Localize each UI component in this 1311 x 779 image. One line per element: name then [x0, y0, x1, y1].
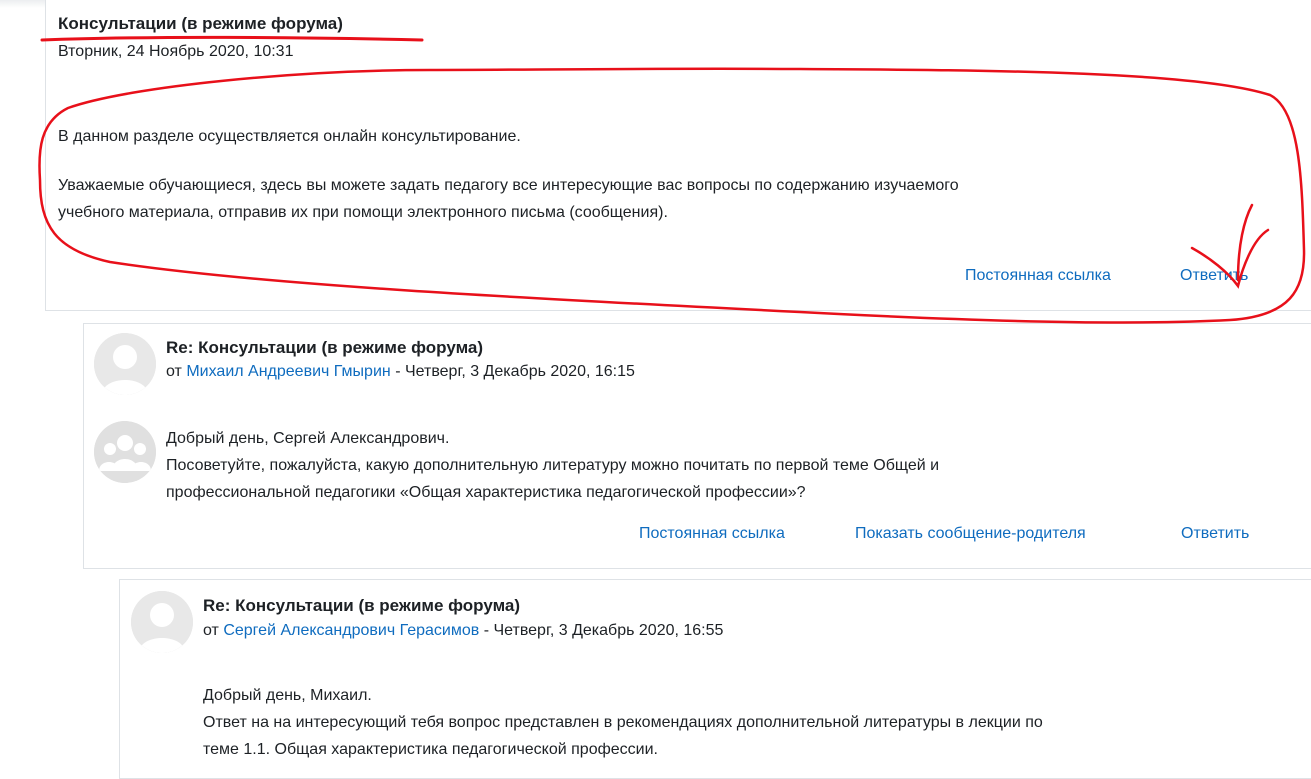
author-link[interactable]: Михаил Андреевич Гмырин: [186, 363, 390, 380]
reply-date: - Четверг, 3 Декабрь 2020, 16:15: [395, 363, 635, 380]
reply-meta: от Сергей Александрович Герасимов - Четв…: [203, 622, 723, 640]
post-paragraph-2-line-1: Уважаемые обучающиеся, здесь вы можете з…: [58, 177, 959, 194]
reply-date: - Четверг, 3 Декабрь 2020, 16:55: [483, 622, 724, 639]
reply-subject: Re: Консультации (в режиме форума): [166, 338, 484, 357]
post-paragraph-1: В данном разделе осуществляется онлайн к…: [58, 128, 521, 145]
post-subject: Консультации (в режиме форума): [58, 14, 343, 33]
by-label: от: [166, 363, 182, 380]
reply-line-3: теме 1.1. Общая характеристика педагогич…: [203, 741, 658, 758]
user-avatar-icon: [131, 591, 193, 653]
user-avatar-icon: [94, 333, 156, 395]
permalink-link[interactable]: Постоянная ссылка: [639, 525, 785, 543]
reply-line-1: Добрый день, Сергей Александрович.: [166, 430, 450, 447]
permalink-link[interactable]: Постоянная ссылка: [965, 267, 1111, 285]
reply-meta: от Михаил Андреевич Гмырин - Четверг, 3 …: [166, 363, 635, 381]
reply-subject: Re: Консультации (в режиме форума): [203, 596, 521, 615]
group-icon: [94, 421, 156, 483]
reply-line-3: профессиональной педагогики «Общая харак…: [166, 484, 806, 501]
group-avatar: [94, 421, 156, 483]
post-date: Вторник, 24 Ноябрь 2020, 10:31: [58, 43, 294, 60]
avatar: [94, 333, 156, 395]
forum-discussion-page: Консультации (в режиме форума) Вторник, …: [0, 0, 1311, 779]
post-paragraph-2-line-2: учебного материала, отправив их при помо…: [58, 204, 668, 221]
by-label: от: [203, 622, 219, 639]
reply-line-1: Добрый день, Михаил.: [203, 687, 372, 704]
reply-link[interactable]: Ответить: [1181, 525, 1249, 543]
avatar: [131, 591, 193, 653]
reply-line-2: Посоветуйте, пожалуйста, какую дополните…: [166, 457, 940, 474]
show-parent-link[interactable]: Показать сообщение-родителя: [855, 525, 1086, 543]
author-link[interactable]: Сергей Александрович Герасимов: [223, 622, 479, 639]
reply-link[interactable]: Ответить: [1180, 267, 1248, 285]
reply-line-2: Ответ на на интересующий тебя вопрос пре…: [203, 714, 1043, 731]
